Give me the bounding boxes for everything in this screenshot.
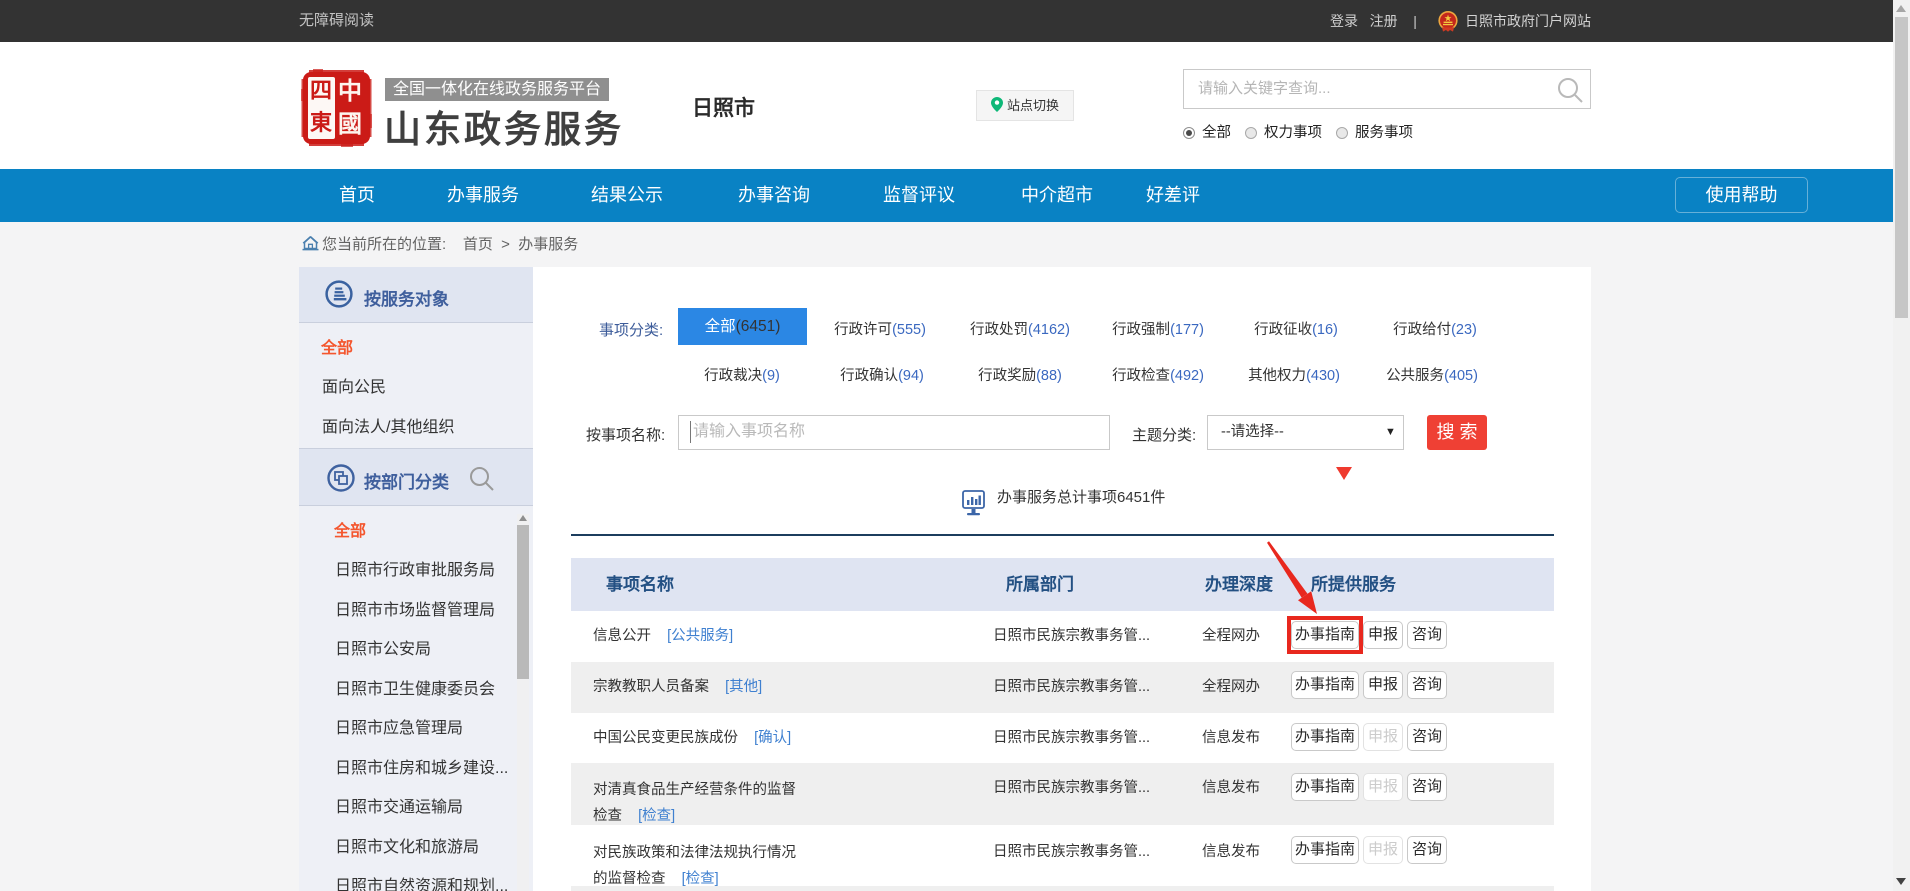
svg-text:國: 國 [338, 111, 362, 138]
svg-text:中: 中 [338, 78, 362, 105]
svg-text:東: 東 [310, 110, 332, 135]
svg-text:四: 四 [310, 78, 332, 103]
